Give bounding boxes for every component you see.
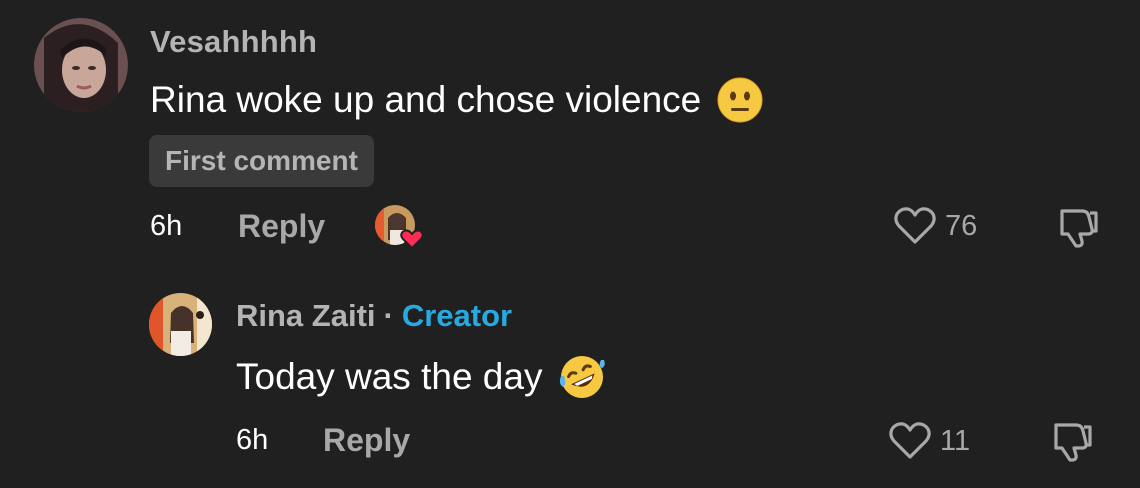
creator-username[interactable]: Rina Zaiti bbox=[236, 298, 376, 333]
creator-avatar[interactable] bbox=[149, 293, 212, 356]
comments-thread: Vesahhhhh Rina woke up and chose violenc… bbox=[0, 0, 1140, 488]
neutral-face-emoji bbox=[717, 77, 763, 123]
creator-liked-avatar bbox=[374, 204, 424, 250]
commenter-avatar[interactable] bbox=[34, 18, 128, 112]
creator-header: Rina Zaiti · Creator bbox=[236, 298, 512, 334]
reply-text-row: Today was the day bbox=[236, 353, 606, 401]
reply-like-count: 11 bbox=[940, 424, 971, 457]
comment-like-button[interactable]: 76 bbox=[893, 206, 977, 246]
comment-timestamp: 6h bbox=[150, 210, 183, 242]
reply-reply-button[interactable]: Reply bbox=[323, 422, 410, 459]
heart-badge-icon bbox=[400, 229, 424, 250]
reply-like-button[interactable]: 11 bbox=[888, 421, 970, 461]
comment-text-row: Rina woke up and chose violence bbox=[150, 76, 763, 124]
comment-dislike-button[interactable] bbox=[1054, 205, 1100, 254]
thumbs-down-icon bbox=[1060, 209, 1098, 248]
creator-label: Creator bbox=[401, 298, 513, 333]
comment-like-count: 76 bbox=[945, 209, 978, 242]
heart-icon bbox=[889, 422, 931, 459]
commenter-username[interactable]: Vesahhhhh bbox=[150, 24, 317, 60]
reply-text: Today was the day bbox=[236, 356, 543, 397]
separator-dot: · bbox=[383, 298, 394, 333]
heart-icon bbox=[894, 207, 936, 244]
rolling-on-floor-laughing-emoji bbox=[558, 354, 606, 400]
comment-text: Rina woke up and chose violence bbox=[150, 79, 702, 120]
reply-dislike-button[interactable] bbox=[1048, 419, 1094, 468]
first-comment-badge: First comment bbox=[149, 135, 374, 187]
comment-reply-button[interactable]: Reply bbox=[238, 208, 325, 245]
reply-timestamp: 6h bbox=[236, 424, 269, 456]
thumbs-down-icon bbox=[1054, 423, 1092, 462]
